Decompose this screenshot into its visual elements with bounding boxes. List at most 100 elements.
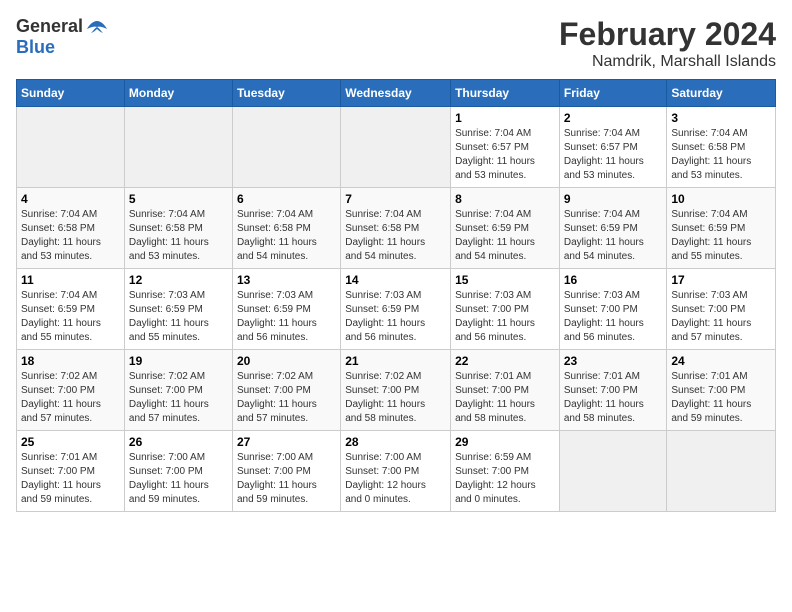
calendar-cell: 23Sunrise: 7:01 AM Sunset: 7:00 PM Dayli…: [559, 350, 667, 431]
day-detail: Sunrise: 7:02 AM Sunset: 7:00 PM Dayligh…: [21, 370, 120, 426]
logo-blue-text: Blue: [16, 37, 55, 58]
day-detail: Sunrise: 7:00 AM Sunset: 7:00 PM Dayligh…: [345, 451, 446, 507]
calendar-body: 1 Sunrise: 7:04 AM Sunset: 6:57 PM Daylig…: [17, 107, 776, 512]
page-title: February 2024: [559, 16, 776, 53]
calendar-cell: 13 Sunrise: 7:03 AM Sunset: 6:59 PM Dayli…: [232, 269, 340, 350]
day-number: 4: [21, 192, 120, 206]
day-detail: Sunrise: 7:01 AM Sunset: 7:00 PM Dayligh…: [21, 451, 120, 507]
calendar-cell: [341, 107, 451, 188]
calendar-table: SundayMondayTuesdayWednesdayThursdayFrid…: [16, 79, 776, 512]
logo-general-text: General: [16, 16, 83, 37]
day-number: 14: [345, 273, 446, 287]
day-detail: Sunrise: 7:04 AM Sunset: 6:58 PM Dayligh…: [129, 208, 228, 264]
column-header-monday: Monday: [124, 80, 232, 107]
day-detail: Sunrise: 7:04 AM Sunset: 6:59 PM Dayligh…: [671, 208, 771, 264]
calendar-cell: 15Sunrise: 7:03 AM Sunset: 7:00 PM Dayli…: [451, 269, 560, 350]
calendar-cell: 25 Sunrise: 7:01 AM Sunset: 7:00 PM Dayli…: [17, 431, 125, 512]
day-detail: Sunrise: 7:03 AM Sunset: 6:59 PM Dayligh…: [345, 289, 446, 345]
day-detail: Sunrise: 7:04 AM Sunset: 6:59 PM Dayligh…: [564, 208, 663, 264]
day-number: 1: [455, 111, 555, 125]
day-detail: Sunrise: 7:03 AM Sunset: 7:00 PM Dayligh…: [671, 289, 771, 345]
day-detail: Sunrise: 7:01 AM Sunset: 7:00 PM Dayligh…: [455, 370, 555, 426]
logo-bird-icon: [85, 19, 109, 35]
calendar-week-2: 4 Sunrise: 7:04 AM Sunset: 6:58 PM Daylig…: [17, 188, 776, 269]
column-header-tuesday: Tuesday: [232, 80, 340, 107]
calendar-cell: 3Sunrise: 7:04 AM Sunset: 6:58 PM Daylig…: [667, 107, 776, 188]
day-number: 22: [455, 354, 555, 368]
day-detail: Sunrise: 7:04 AM Sunset: 6:59 PM Dayligh…: [21, 289, 120, 345]
day-number: 29: [455, 435, 555, 449]
day-number: 10: [671, 192, 771, 206]
day-detail: Sunrise: 6:59 AM Sunset: 7:00 PM Dayligh…: [455, 451, 555, 507]
day-number: 6: [237, 192, 336, 206]
day-number: 28: [345, 435, 446, 449]
column-header-saturday: Saturday: [667, 80, 776, 107]
calendar-cell: 19 Sunrise: 7:02 AM Sunset: 7:00 PM Dayli…: [124, 350, 232, 431]
day-number: 21: [345, 354, 446, 368]
calendar-cell: 20 Sunrise: 7:02 AM Sunset: 7:00 PM Dayli…: [232, 350, 340, 431]
day-number: 26: [129, 435, 228, 449]
day-number: 19: [129, 354, 228, 368]
calendar-cell: 21 Sunrise: 7:02 AM Sunset: 7:00 PM Dayli…: [341, 350, 451, 431]
day-detail: Sunrise: 7:00 AM Sunset: 7:00 PM Dayligh…: [129, 451, 228, 507]
calendar-cell: 12 Sunrise: 7:03 AM Sunset: 6:59 PM Dayli…: [124, 269, 232, 350]
calendar-cell: 22 Sunrise: 7:01 AM Sunset: 7:00 PM Dayli…: [451, 350, 560, 431]
title-block: February 2024 Namdrik, Marshall Islands: [559, 16, 776, 71]
calendar-cell: [232, 107, 340, 188]
calendar-cell: 18 Sunrise: 7:02 AM Sunset: 7:00 PM Dayli…: [17, 350, 125, 431]
calendar-cell: 17 Sunrise: 7:03 AM Sunset: 7:00 PM Dayli…: [667, 269, 776, 350]
day-detail: Sunrise: 7:00 AM Sunset: 7:00 PM Dayligh…: [237, 451, 336, 507]
day-number: 25: [21, 435, 120, 449]
page-subtitle: Namdrik, Marshall Islands: [559, 53, 776, 71]
calendar-cell: [559, 431, 667, 512]
page-header: General Blue February 2024 Namdrik, Mars…: [16, 16, 776, 71]
calendar-cell: 10 Sunrise: 7:04 AM Sunset: 6:59 PM Dayli…: [667, 188, 776, 269]
day-number: 13: [237, 273, 336, 287]
day-detail: Sunrise: 7:04 AM Sunset: 6:58 PM Dayligh…: [345, 208, 446, 264]
day-number: 8: [455, 192, 555, 206]
day-detail: Sunrise: 7:03 AM Sunset: 6:59 PM Dayligh…: [129, 289, 228, 345]
day-number: 9: [564, 192, 663, 206]
calendar-cell: 28 Sunrise: 7:00 AM Sunset: 7:00 PM Dayli…: [341, 431, 451, 512]
calendar-cell: [124, 107, 232, 188]
day-detail: Sunrise: 7:03 AM Sunset: 6:59 PM Dayligh…: [237, 289, 336, 345]
day-number: 12: [129, 273, 228, 287]
day-number: 15: [455, 273, 555, 287]
day-detail: Sunrise: 7:04 AM Sunset: 6:57 PM Dayligh…: [455, 127, 555, 183]
column-header-friday: Friday: [559, 80, 667, 107]
logo: General Blue: [16, 16, 109, 58]
day-number: 11: [21, 273, 120, 287]
day-number: 3: [671, 111, 771, 125]
calendar-cell: 26 Sunrise: 7:00 AM Sunset: 7:00 PM Dayli…: [124, 431, 232, 512]
calendar-week-3: 11 Sunrise: 7:04 AM Sunset: 6:59 PM Dayli…: [17, 269, 776, 350]
calendar-cell: 14 Sunrise: 7:03 AM Sunset: 6:59 PM Dayli…: [341, 269, 451, 350]
day-number: 18: [21, 354, 120, 368]
day-detail: Sunrise: 7:03 AM Sunset: 7:00 PM Dayligh…: [564, 289, 663, 345]
column-header-sunday: Sunday: [17, 80, 125, 107]
day-detail: Sunrise: 7:04 AM Sunset: 6:58 PM Dayligh…: [237, 208, 336, 264]
calendar-week-5: 25 Sunrise: 7:01 AM Sunset: 7:00 PM Dayli…: [17, 431, 776, 512]
day-number: 2: [564, 111, 663, 125]
day-detail: Sunrise: 7:02 AM Sunset: 7:00 PM Dayligh…: [237, 370, 336, 426]
calendar-cell: 2Sunrise: 7:04 AM Sunset: 6:57 PM Daylig…: [559, 107, 667, 188]
day-detail: Sunrise: 7:02 AM Sunset: 7:00 PM Dayligh…: [345, 370, 446, 426]
calendar-week-1: 1 Sunrise: 7:04 AM Sunset: 6:57 PM Daylig…: [17, 107, 776, 188]
calendar-cell: 1 Sunrise: 7:04 AM Sunset: 6:57 PM Daylig…: [451, 107, 560, 188]
day-number: 20: [237, 354, 336, 368]
day-number: 17: [671, 273, 771, 287]
calendar-week-4: 18 Sunrise: 7:02 AM Sunset: 7:00 PM Dayli…: [17, 350, 776, 431]
calendar-cell: 5Sunrise: 7:04 AM Sunset: 6:58 PM Daylig…: [124, 188, 232, 269]
calendar-cell: 8 Sunrise: 7:04 AM Sunset: 6:59 PM Daylig…: [451, 188, 560, 269]
column-header-wednesday: Wednesday: [341, 80, 451, 107]
day-detail: Sunrise: 7:04 AM Sunset: 6:59 PM Dayligh…: [455, 208, 555, 264]
calendar-cell: [667, 431, 776, 512]
day-detail: Sunrise: 7:01 AM Sunset: 7:00 PM Dayligh…: [564, 370, 663, 426]
day-detail: Sunrise: 7:04 AM Sunset: 6:58 PM Dayligh…: [21, 208, 120, 264]
day-number: 7: [345, 192, 446, 206]
calendar-header-row: SundayMondayTuesdayWednesdayThursdayFrid…: [17, 80, 776, 107]
calendar-cell: 24Sunrise: 7:01 AM Sunset: 7:00 PM Dayli…: [667, 350, 776, 431]
calendar-cell: 16Sunrise: 7:03 AM Sunset: 7:00 PM Dayli…: [559, 269, 667, 350]
day-detail: Sunrise: 7:02 AM Sunset: 7:00 PM Dayligh…: [129, 370, 228, 426]
calendar-cell: 4 Sunrise: 7:04 AM Sunset: 6:58 PM Daylig…: [17, 188, 125, 269]
calendar-cell: 27Sunrise: 7:00 AM Sunset: 7:00 PM Dayli…: [232, 431, 340, 512]
